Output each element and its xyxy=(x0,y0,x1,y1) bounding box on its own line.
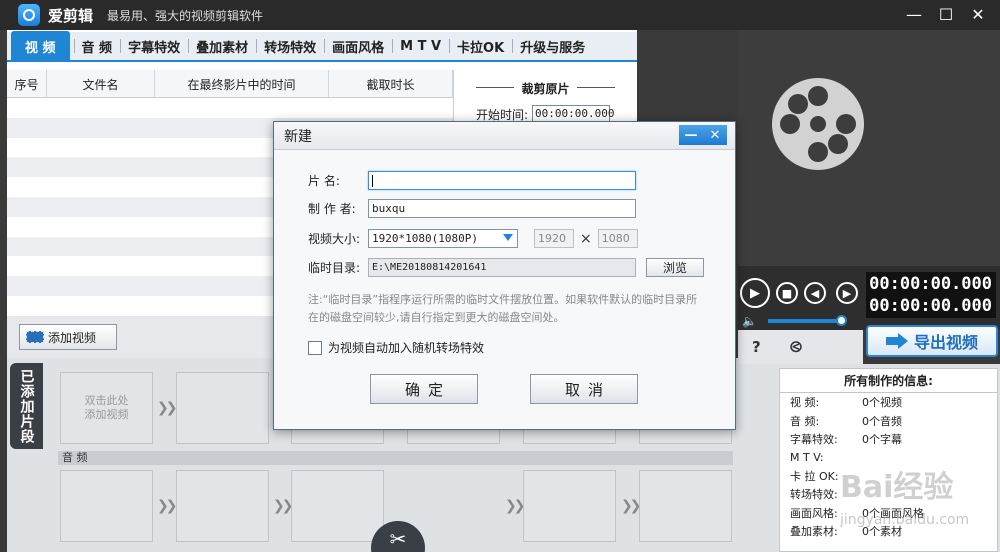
tab-styles[interactable]: 画面风格 xyxy=(324,31,392,61)
column-final-time[interactable]: 在最终影片中的时间 xyxy=(155,70,329,98)
info-row: 叠加素材: 0个素材 xyxy=(790,524,902,538)
audio-track-label: 音 频 xyxy=(58,451,733,465)
clip-slot[interactable] xyxy=(176,372,269,444)
name-label: 片 名: xyxy=(308,174,340,188)
height-field: 1080 xyxy=(597,229,638,248)
dialog-title: 新建 xyxy=(284,128,312,145)
tab-audio[interactable]: 音 频 xyxy=(73,31,121,61)
chevron-down-icon xyxy=(503,234,513,241)
random-transition-label[interactable]: 为视频自动加入随机转场特效 xyxy=(328,339,484,356)
volume-slider-handle[interactable] xyxy=(836,315,847,326)
tab-subtitle-effects[interactable]: 字幕特效 xyxy=(120,31,188,61)
tab-transitions[interactable]: 转场特效 xyxy=(256,31,324,61)
title-bar: 爱剪辑 最易用、强大的视频剪辑软件 — ☐ ✕ xyxy=(0,0,1000,30)
add-clip-placeholder[interactable]: 双击此处 添加视频 xyxy=(60,372,153,444)
info-row: 画面风格: 0个画面风格 xyxy=(790,506,924,520)
column-index[interactable]: 序号 xyxy=(7,70,47,98)
author-label: 制 作 者: xyxy=(308,202,356,216)
temp-dir-label: 临时目录: xyxy=(308,261,361,275)
dimension-separator: × xyxy=(580,230,592,247)
dialog-minimize-button[interactable]: — xyxy=(679,125,703,145)
add-video-button[interactable]: 添加视频 xyxy=(19,324,117,350)
audio-slot[interactable] xyxy=(291,470,384,542)
video-size-select[interactable]: 1920*1080(1080P) xyxy=(368,229,518,248)
tab-video[interactable]: 视 频 xyxy=(11,31,70,61)
audio-slot[interactable] xyxy=(523,470,616,542)
crop-title: 裁剪原片 xyxy=(454,80,637,97)
temp-dir-note: 注:“临时目录”指程序运行所需的临时文件摆放位置。如果软件默认的临时目录所在的磁… xyxy=(308,293,698,324)
info-row: 转场特效: xyxy=(790,488,838,502)
main-tabs: 视 频 音 频 字幕特效 叠加素材 转场特效 画面风格 M T V 卡拉OK 升… xyxy=(7,31,637,62)
chevron-right-icon: ❯❯ xyxy=(157,498,178,514)
share-icon[interactable]: ⧀ xyxy=(790,338,802,356)
chevron-right-icon: ❯❯ xyxy=(621,498,642,514)
info-row: 视 频: 0个视频 xyxy=(790,396,902,410)
cancel-button[interactable]: 取消 xyxy=(530,374,638,404)
temp-dir-field: E:\ME20180814201641 xyxy=(368,258,636,277)
new-project-dialog: 新建 — ✕ 片 名: 制 作 者: buxqu 视频大小: 1920*1080… xyxy=(273,121,736,430)
column-filename[interactable]: 文件名 xyxy=(47,70,155,98)
production-info-panel: 所有制作的信息: 视 频: 0个视频 音 频: 0个音频 字幕特效: 0个字幕 M T… xyxy=(779,368,998,552)
stop-icon[interactable]: ■ xyxy=(776,282,798,304)
play-icon[interactable]: ▶ xyxy=(740,278,770,308)
volume-slider[interactable] xyxy=(768,319,842,323)
minimize-button[interactable]: — xyxy=(900,2,928,26)
chevron-right-icon: ❯❯ xyxy=(273,498,294,514)
table-row[interactable] xyxy=(7,98,453,118)
chevron-right-icon: ❯❯ xyxy=(505,498,526,514)
preview-tools: ? ⧀ xyxy=(738,330,863,364)
info-row: 字幕特效: 0个字幕 xyxy=(790,432,902,446)
ok-button[interactable]: 确定 xyxy=(370,374,478,404)
help-icon[interactable]: ? xyxy=(752,338,761,356)
current-time: 00:00:00.000 xyxy=(869,274,992,294)
previous-frame-icon[interactable]: ◀ xyxy=(804,282,826,304)
audio-slot[interactable] xyxy=(60,470,153,542)
added-clips-tab[interactable]: 已添加片段 xyxy=(10,363,43,449)
info-row: M T V: xyxy=(790,450,824,464)
author-input[interactable]: buxqu xyxy=(368,199,636,218)
tab-upgrade[interactable]: 升级与服务 xyxy=(512,31,593,61)
audio-slot[interactable] xyxy=(639,470,732,542)
volume-icon[interactable]: 🔈 xyxy=(742,314,757,328)
audio-slot[interactable] xyxy=(176,470,269,542)
video-table-header: 序号 文件名 在最终影片中的时间 截取时长 xyxy=(7,70,453,98)
width-field: 1920 xyxy=(534,229,574,248)
export-arrow-icon xyxy=(885,333,908,349)
video-size-label: 视频大小: xyxy=(308,232,361,246)
film-reel-icon xyxy=(772,78,864,170)
add-video-label: 添加视频 xyxy=(48,330,97,345)
film-icon xyxy=(26,331,44,343)
column-duration[interactable]: 截取时长 xyxy=(329,70,453,98)
next-frame-icon[interactable]: ▶ xyxy=(836,282,858,304)
dialog-close-button[interactable]: ✕ xyxy=(703,125,727,145)
tab-karaoke[interactable]: 卡拉OK xyxy=(449,31,512,61)
timecode-display: 00:00:00.000 00:00:00.000 xyxy=(866,272,996,318)
info-row: 音 频: 0个音频 xyxy=(790,414,902,428)
preview-screen xyxy=(738,30,1000,266)
maximize-button[interactable]: ☐ xyxy=(932,2,960,26)
tab-mtv[interactable]: M T V xyxy=(392,31,449,61)
info-title: 所有制作的信息: xyxy=(780,369,997,393)
close-button[interactable]: ✕ xyxy=(964,2,992,26)
browse-button[interactable]: 浏览 xyxy=(646,258,704,277)
app-logo-icon xyxy=(18,4,40,26)
app-slogan: 最易用、强大的视频剪辑软件 xyxy=(107,8,264,23)
tab-overlay[interactable]: 叠加素材 xyxy=(188,31,256,61)
app-name: 爱剪辑 xyxy=(48,6,94,25)
info-row: 卡 拉 OK: xyxy=(790,469,839,483)
export-video-label: 导出视频 xyxy=(913,333,978,352)
name-input[interactable] xyxy=(368,171,636,190)
start-time-label: 开始时间: xyxy=(476,107,529,122)
total-time: 00:00:00.000 xyxy=(869,296,992,316)
chevron-right-icon: ❯❯ xyxy=(157,400,178,416)
random-transition-checkbox[interactable] xyxy=(308,340,322,355)
export-video-button[interactable]: 导出视频 xyxy=(866,325,998,357)
